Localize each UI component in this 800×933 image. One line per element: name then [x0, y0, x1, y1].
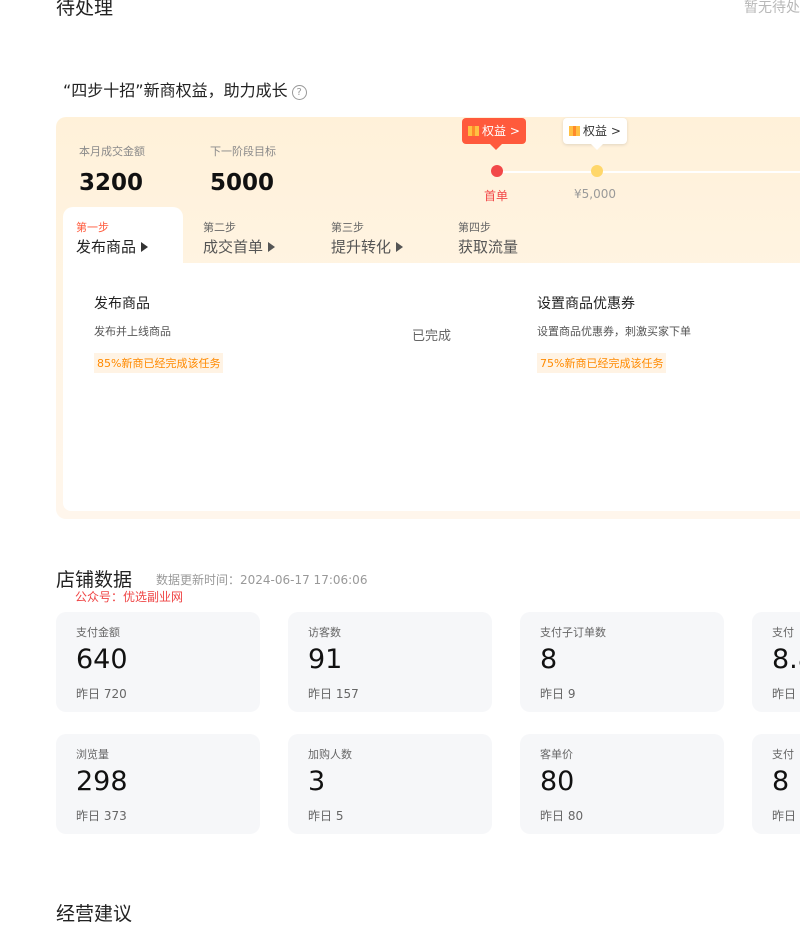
stat-value: 8.8: [772, 644, 800, 675]
stat-value: 3: [308, 766, 326, 797]
stat-value: 298: [76, 766, 128, 797]
stat-prev: 昨日 9: [540, 687, 576, 701]
stat-prev: 昨日: [772, 809, 797, 823]
stat-card-add-to-cart-users[interactable]: 加购人数 3 昨日 5: [288, 734, 492, 834]
stat-label: 客单价: [540, 748, 573, 761]
question-circle-icon[interactable]: ?: [291, 85, 307, 100]
stat-card-page-views[interactable]: 浏览量 298 昨日 373: [56, 734, 260, 834]
stat-prev: 昨日 80: [540, 809, 584, 823]
stat-label: 加购人数: [308, 748, 352, 761]
tab-step-name-text: 成交首单: [203, 238, 264, 256]
task-desc-coupon: 设置商品优惠券，刺激买家下单: [537, 325, 691, 338]
metric-value-monthly-gmv: 3200: [79, 170, 144, 196]
stat-value: 8: [540, 644, 558, 675]
stat-label: 支付: [772, 626, 794, 639]
chevron-right-icon: >: [506, 124, 520, 138]
gift-icon: [468, 126, 479, 136]
stat-prev: 昨日: [772, 687, 797, 701]
metric-label-next-target: 下一阶段目标: [210, 145, 276, 158]
timeline-point-first-order: [491, 165, 503, 177]
pending-section-title: 待处理: [56, 0, 114, 19]
stat-value: 640: [76, 644, 128, 675]
task-title-coupon: 设置商品优惠券: [537, 296, 635, 312]
gift-icon: [569, 126, 580, 136]
task-status-publish: 已完成: [412, 329, 452, 344]
pending-empty-text: 暂无待处: [744, 0, 800, 16]
play-icon: [396, 242, 404, 252]
tab-step-name: 获取流量: [458, 238, 519, 256]
business-advice-title: 经营建议: [56, 903, 133, 925]
tab-step-name-text: 发布商品: [76, 238, 137, 256]
benefit-badge-5000[interactable]: 权益 >: [563, 118, 627, 150]
stat-prev: 昨日 157: [308, 687, 359, 701]
stat-value: 91: [308, 644, 343, 675]
stat-prev: 昨日 5: [308, 809, 344, 823]
stat-label: 访客数: [308, 626, 341, 639]
stat-label: 支付: [772, 748, 794, 761]
benefit-badge-label: 权益: [583, 124, 608, 138]
stat-card-partial-1[interactable]: 支付 8.8 昨日: [752, 612, 800, 712]
play-icon: [141, 242, 149, 252]
tab-step-name: 成交首单: [203, 236, 276, 257]
store-data-updated-time: 数据更新时间：2024-06-17 17:06:06: [156, 573, 368, 587]
task-progress-coupon: 75%新商已经完成该任务: [537, 353, 667, 373]
timeline-point-5000: [591, 165, 603, 177]
task-title-publish: 发布商品: [94, 296, 150, 312]
watermark-text: 公众号：优选副业网: [75, 590, 184, 604]
benefit-badge-label: 权益: [482, 124, 507, 138]
growth-title-text: “四步十招”新商权益，助力成长: [63, 81, 288, 100]
tab-step-1[interactable]: 第一步 发布商品: [76, 219, 149, 257]
stat-card-pay-amount[interactable]: 支付金额 640 昨日 720: [56, 612, 260, 712]
chevron-right-icon: >: [607, 124, 621, 138]
stat-card-pay-suborders[interactable]: 支付子订单数 8 昨日 9: [520, 612, 724, 712]
task-progress-publish: 85%新商已经完成该任务: [94, 353, 224, 373]
metric-value-next-target: 5000: [210, 170, 275, 196]
stat-label: 浏览量: [76, 748, 109, 761]
benefit-badge-first-order[interactable]: 权益 >: [462, 118, 526, 150]
timeline-track: [497, 171, 800, 173]
growth-title: “四步十招”新商权益，助力成长?: [63, 77, 307, 101]
growth-task-panel: [63, 263, 800, 511]
timeline-label-5000: ¥5,000: [574, 187, 616, 201]
stat-value: 8: [772, 766, 790, 797]
tab-step-name: 发布商品: [76, 236, 149, 257]
tab-step-4[interactable]: 第四步 获取流量: [458, 219, 518, 257]
play-icon: [268, 242, 276, 252]
stat-prev: 昨日 720: [76, 687, 127, 701]
timeline-label-first-order: 首单: [484, 189, 509, 203]
stat-card-partial-2[interactable]: 支付 8 昨日: [752, 734, 800, 834]
tab-step-name-text: 提升转化: [331, 238, 392, 256]
tab-step-name: 提升转化: [331, 236, 404, 257]
tab-step-2[interactable]: 第二步 成交首单: [203, 219, 276, 257]
tab-step-number: 第三步: [331, 221, 364, 234]
tab-step-number: 第一步: [76, 221, 109, 234]
stat-card-avg-order-value[interactable]: 客单价 80 昨日 80: [520, 734, 724, 834]
metric-label-monthly-gmv: 本月成交金额: [79, 145, 145, 158]
stat-label: 支付子订单数: [540, 626, 606, 639]
stat-prev: 昨日 373: [76, 809, 127, 823]
tab-step-number: 第四步: [458, 221, 491, 234]
tab-step-3[interactable]: 第三步 提升转化: [331, 219, 404, 257]
task-desc-publish: 发布并上线商品: [94, 325, 171, 338]
stat-card-visitors[interactable]: 访客数 91 昨日 157: [288, 612, 492, 712]
tab-step-number: 第二步: [203, 221, 236, 234]
stat-value: 80: [540, 766, 575, 797]
stat-label: 支付金额: [76, 626, 120, 639]
